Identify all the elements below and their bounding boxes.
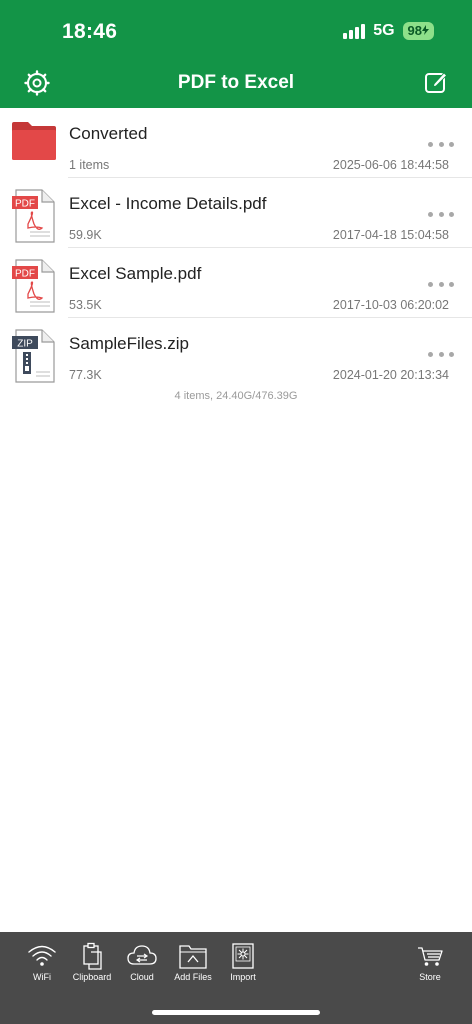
clipboard-button[interactable]: Clipboard	[66, 942, 118, 982]
folder-add-icon	[179, 945, 207, 969]
more-icon	[428, 211, 433, 217]
wifi-button[interactable]: WiFi	[16, 942, 68, 982]
file-date: 2017-04-18 15:04:58	[332, 228, 449, 242]
page-title: PDF to Excel	[177, 72, 295, 93]
file-row-excel-sample[interactable]: PDF Excel Sample.pdf 53.5K 2017-10-03 06…	[0, 248, 472, 318]
pdf-file-icon: PDF	[12, 189, 56, 249]
file-meta: 77.3K	[69, 368, 102, 382]
add-files-button[interactable]: Add Files	[167, 942, 219, 982]
compose-icon	[425, 72, 448, 93]
store-label: Store	[419, 972, 441, 982]
more-options-button[interactable]	[428, 280, 454, 288]
file-name: Converted	[69, 124, 148, 143]
wifi-icon	[28, 945, 56, 966]
add-files-label: Add Files	[174, 972, 212, 982]
file-name: SampleFiles.zip	[69, 334, 189, 353]
network-label: 5G	[373, 22, 395, 39]
more-icon	[428, 141, 433, 147]
file-date: 2017-10-03 06:20:02	[332, 298, 449, 312]
signal-icon	[343, 23, 366, 39]
pdf-file-icon: PDF	[12, 259, 56, 319]
photo-import-icon	[232, 943, 254, 969]
cloud-button[interactable]: Cloud	[116, 942, 168, 982]
home-indicator[interactable]	[152, 1010, 320, 1015]
bottom-toolbar: WiFi Clipboard Cloud Add Files Import St…	[0, 932, 472, 1024]
charging-icon	[422, 25, 429, 35]
storage-summary: 4 items, 24.40G/476.39G	[174, 390, 298, 402]
battery-level: 98	[407, 23, 422, 38]
file-list: Converted 1 items 2025-06-06 18:44:58 PD…	[0, 108, 472, 388]
battery-badge: 98	[402, 22, 434, 40]
file-meta: 53.5K	[69, 298, 102, 312]
store-button[interactable]: Store	[404, 942, 456, 982]
file-date: 2024-01-20 20:13:34	[332, 368, 449, 382]
import-label: Import	[230, 972, 256, 982]
zip-file-icon: ZIP	[12, 329, 56, 389]
file-name: Excel - Income Details.pdf	[69, 194, 267, 213]
status-indicators: 5G 98	[343, 22, 434, 40]
import-button[interactable]: Import	[217, 942, 269, 982]
status-time: 18:46	[62, 20, 118, 43]
more-icon	[428, 351, 433, 357]
file-meta: 59.9K	[69, 228, 102, 242]
clipboard-label: Clipboard	[72, 972, 112, 982]
more-options-button[interactable]	[428, 350, 454, 358]
edit-button[interactable]	[424, 70, 448, 94]
file-row-income-details[interactable]: PDF Excel - Income Details.pdf 59.9K 201…	[0, 178, 472, 248]
file-badge: PDF	[15, 269, 35, 280]
cloud-label: Cloud	[130, 972, 154, 982]
folder-icon	[12, 120, 56, 167]
file-row-converted[interactable]: Converted 1 items 2025-06-06 18:44:58	[0, 108, 472, 178]
wifi-label: WiFi	[33, 972, 51, 982]
more-icon	[428, 281, 433, 287]
file-date: 2025-06-06 18:44:58	[332, 158, 449, 172]
more-options-button[interactable]	[428, 210, 454, 218]
file-badge: PDF	[15, 199, 35, 210]
file-meta: 1 items	[69, 158, 110, 172]
more-options-button[interactable]	[428, 140, 454, 148]
header: 18:46 5G 98 PDF to Excel	[0, 0, 472, 108]
file-name: Excel Sample.pdf	[69, 264, 202, 283]
file-row-samplefiles[interactable]: ZIP SampleFiles.zip 77.3K 2024-01-20 20:…	[0, 318, 472, 388]
cart-icon	[418, 947, 443, 966]
file-badge: ZIP	[17, 339, 33, 350]
clipboard-icon	[83, 942, 102, 970]
cloud-icon	[127, 945, 157, 965]
